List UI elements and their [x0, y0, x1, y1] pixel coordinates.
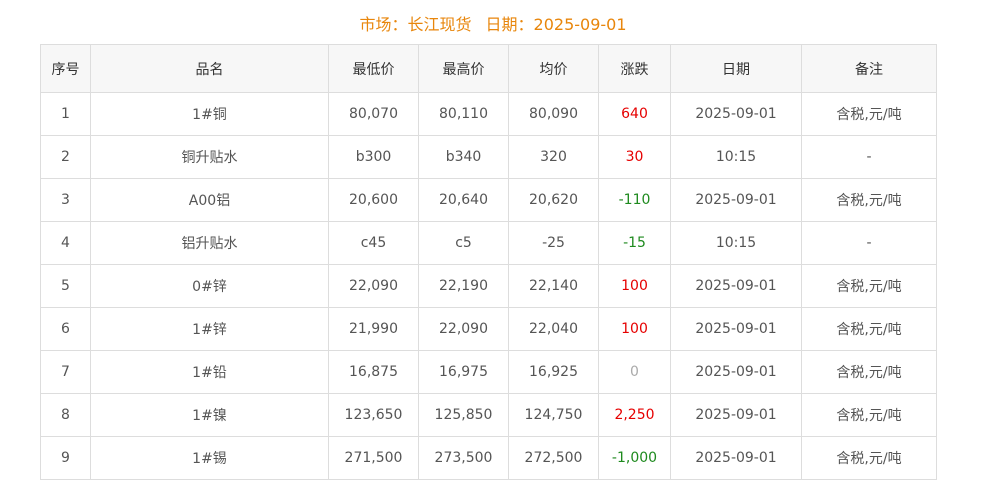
- column-header-high: 最高价: [418, 44, 509, 93]
- cell-high: 273,500: [418, 436, 509, 480]
- cell-name: 1#锡: [90, 436, 329, 480]
- column-header-date: 日期: [670, 44, 802, 93]
- cell-date: 2025-09-01: [670, 350, 802, 394]
- cell-change: 100: [598, 307, 671, 351]
- cell-no: 6: [40, 307, 91, 351]
- cell-date: 2025-09-01: [670, 178, 802, 222]
- table-row: 5 0#锌 22,090 22,190 22,140 100 2025-09-01 含税,元/…: [40, 264, 937, 308]
- table-row: 2 铜升贴水 b300 b340 320 30 10:15-: [40, 135, 937, 179]
- cell-avg: 320: [508, 135, 599, 179]
- cell-note: 含税,元/吨: [801, 264, 937, 308]
- cell-no: 3: [40, 178, 91, 222]
- cell-date: 2025-09-01: [670, 436, 802, 480]
- cell-no: 4: [40, 221, 91, 265]
- market-value: 长江现货: [407, 15, 472, 34]
- cell-change: -15: [598, 221, 671, 265]
- table-row: 3 A00铝 20,600 20,640 20,620 -110 2025-09-01 含税,…: [40, 178, 937, 222]
- cell-low: 271,500: [328, 436, 419, 480]
- cell-name: 1#铜: [90, 92, 329, 136]
- cell-high: 125,850: [418, 393, 509, 437]
- cell-note: 含税,元/吨: [801, 92, 937, 136]
- column-header-name: 品名: [90, 44, 329, 93]
- cell-note: 含税,元/吨: [801, 393, 937, 437]
- table-row: 7 1#铅 16,875 16,975 16,925 0 2025-09-01 含税,元/吨: [40, 350, 937, 394]
- cell-name: 1#铅: [90, 350, 329, 394]
- cell-high: 22,090: [418, 307, 509, 351]
- cell-change: 640: [598, 92, 671, 136]
- cell-note: 含税,元/吨: [801, 436, 937, 480]
- cell-note: 含税,元/吨: [801, 178, 937, 222]
- market-label: 市场：: [359, 15, 408, 34]
- cell-change: 100: [598, 264, 671, 308]
- cell-change: 30: [598, 135, 671, 179]
- cell-low: 80,070: [328, 92, 419, 136]
- cell-high: b340: [418, 135, 509, 179]
- cell-low: 16,875: [328, 350, 419, 394]
- cell-high: 20,640: [418, 178, 509, 222]
- table-row: 6 1#锌 21,990 22,090 22,040 100 2025-09-01 含税,元/…: [40, 307, 937, 351]
- cell-low: 123,650: [328, 393, 419, 437]
- cell-high: 16,975: [418, 350, 509, 394]
- cell-no: 5: [40, 264, 91, 308]
- cell-no: 2: [40, 135, 91, 179]
- cell-date: 10:15: [670, 135, 802, 179]
- cell-no: 8: [40, 393, 91, 437]
- cell-note: -: [801, 221, 937, 265]
- cell-name: 铝升贴水: [90, 221, 329, 265]
- table-row: 4 铝升贴水 c45 c5 -25 -15 10:15-: [40, 221, 937, 265]
- cell-low: b300: [328, 135, 419, 179]
- table-row: 9 1#锡 271,500 273,500 272,500 -1,000 2025-09-0…: [40, 436, 937, 480]
- cell-high: c5: [418, 221, 509, 265]
- cell-low: c45: [328, 221, 419, 265]
- column-header-change: 涨跌: [598, 44, 671, 93]
- column-header-low: 最低价: [328, 44, 419, 93]
- cell-no: 9: [40, 436, 91, 480]
- table-row: 8 1#镍 123,650 125,850 124,750 2,250 2025-09-01…: [40, 393, 937, 437]
- date-label: 日期：: [485, 15, 534, 34]
- cell-avg: 22,040: [508, 307, 599, 351]
- cell-date: 2025-09-01: [670, 307, 802, 351]
- cell-change: -110: [598, 178, 671, 222]
- cell-name: 0#锌: [90, 264, 329, 308]
- cell-low: 20,600: [328, 178, 419, 222]
- cell-high: 22,190: [418, 264, 509, 308]
- cell-avg: 20,620: [508, 178, 599, 222]
- date-value: 2025-09-01: [533, 15, 627, 34]
- cell-no: 7: [40, 350, 91, 394]
- table-row: 1 1#铜 80,070 80,110 80,090 640 2025-09-01 含税,元/…: [40, 92, 937, 136]
- cell-avg: -25: [508, 221, 599, 265]
- cell-date: 2025-09-01: [670, 264, 802, 308]
- cell-name: 1#锌: [90, 307, 329, 351]
- cell-avg: 16,925: [508, 350, 599, 394]
- cell-avg: 22,140: [508, 264, 599, 308]
- cell-date: 2025-09-01: [670, 92, 802, 136]
- cell-no: 1: [40, 92, 91, 136]
- cell-date: 2025-09-01: [670, 393, 802, 437]
- price-table: 序号 品名 最低价 最高价 均价 涨跌 日期 备注 1 1#铜 80,070 80,1…: [40, 44, 937, 480]
- page-title: 市场：长江现货 日期：2025-09-01: [0, 12, 986, 38]
- cell-change: 2,250: [598, 393, 671, 437]
- cell-low: 21,990: [328, 307, 419, 351]
- column-header-avg: 均价: [508, 44, 599, 93]
- cell-note: -: [801, 135, 937, 179]
- cell-note: 含税,元/吨: [801, 350, 937, 394]
- cell-low: 22,090: [328, 264, 419, 308]
- column-header-no: 序号: [40, 44, 91, 93]
- cell-change: 0: [598, 350, 671, 394]
- cell-avg: 124,750: [508, 393, 599, 437]
- cell-name: 铜升贴水: [90, 135, 329, 179]
- table-header-row: 序号 品名 最低价 最高价 均价 涨跌 日期 备注: [40, 44, 937, 93]
- cell-note: 含税,元/吨: [801, 307, 937, 351]
- cell-avg: 272,500: [508, 436, 599, 480]
- column-header-note: 备注: [801, 44, 937, 93]
- cell-date: 10:15: [670, 221, 802, 265]
- cell-high: 80,110: [418, 92, 509, 136]
- cell-change: -1,000: [598, 436, 671, 480]
- cell-name: A00铝: [90, 178, 329, 222]
- cell-name: 1#镍: [90, 393, 329, 437]
- cell-avg: 80,090: [508, 92, 599, 136]
